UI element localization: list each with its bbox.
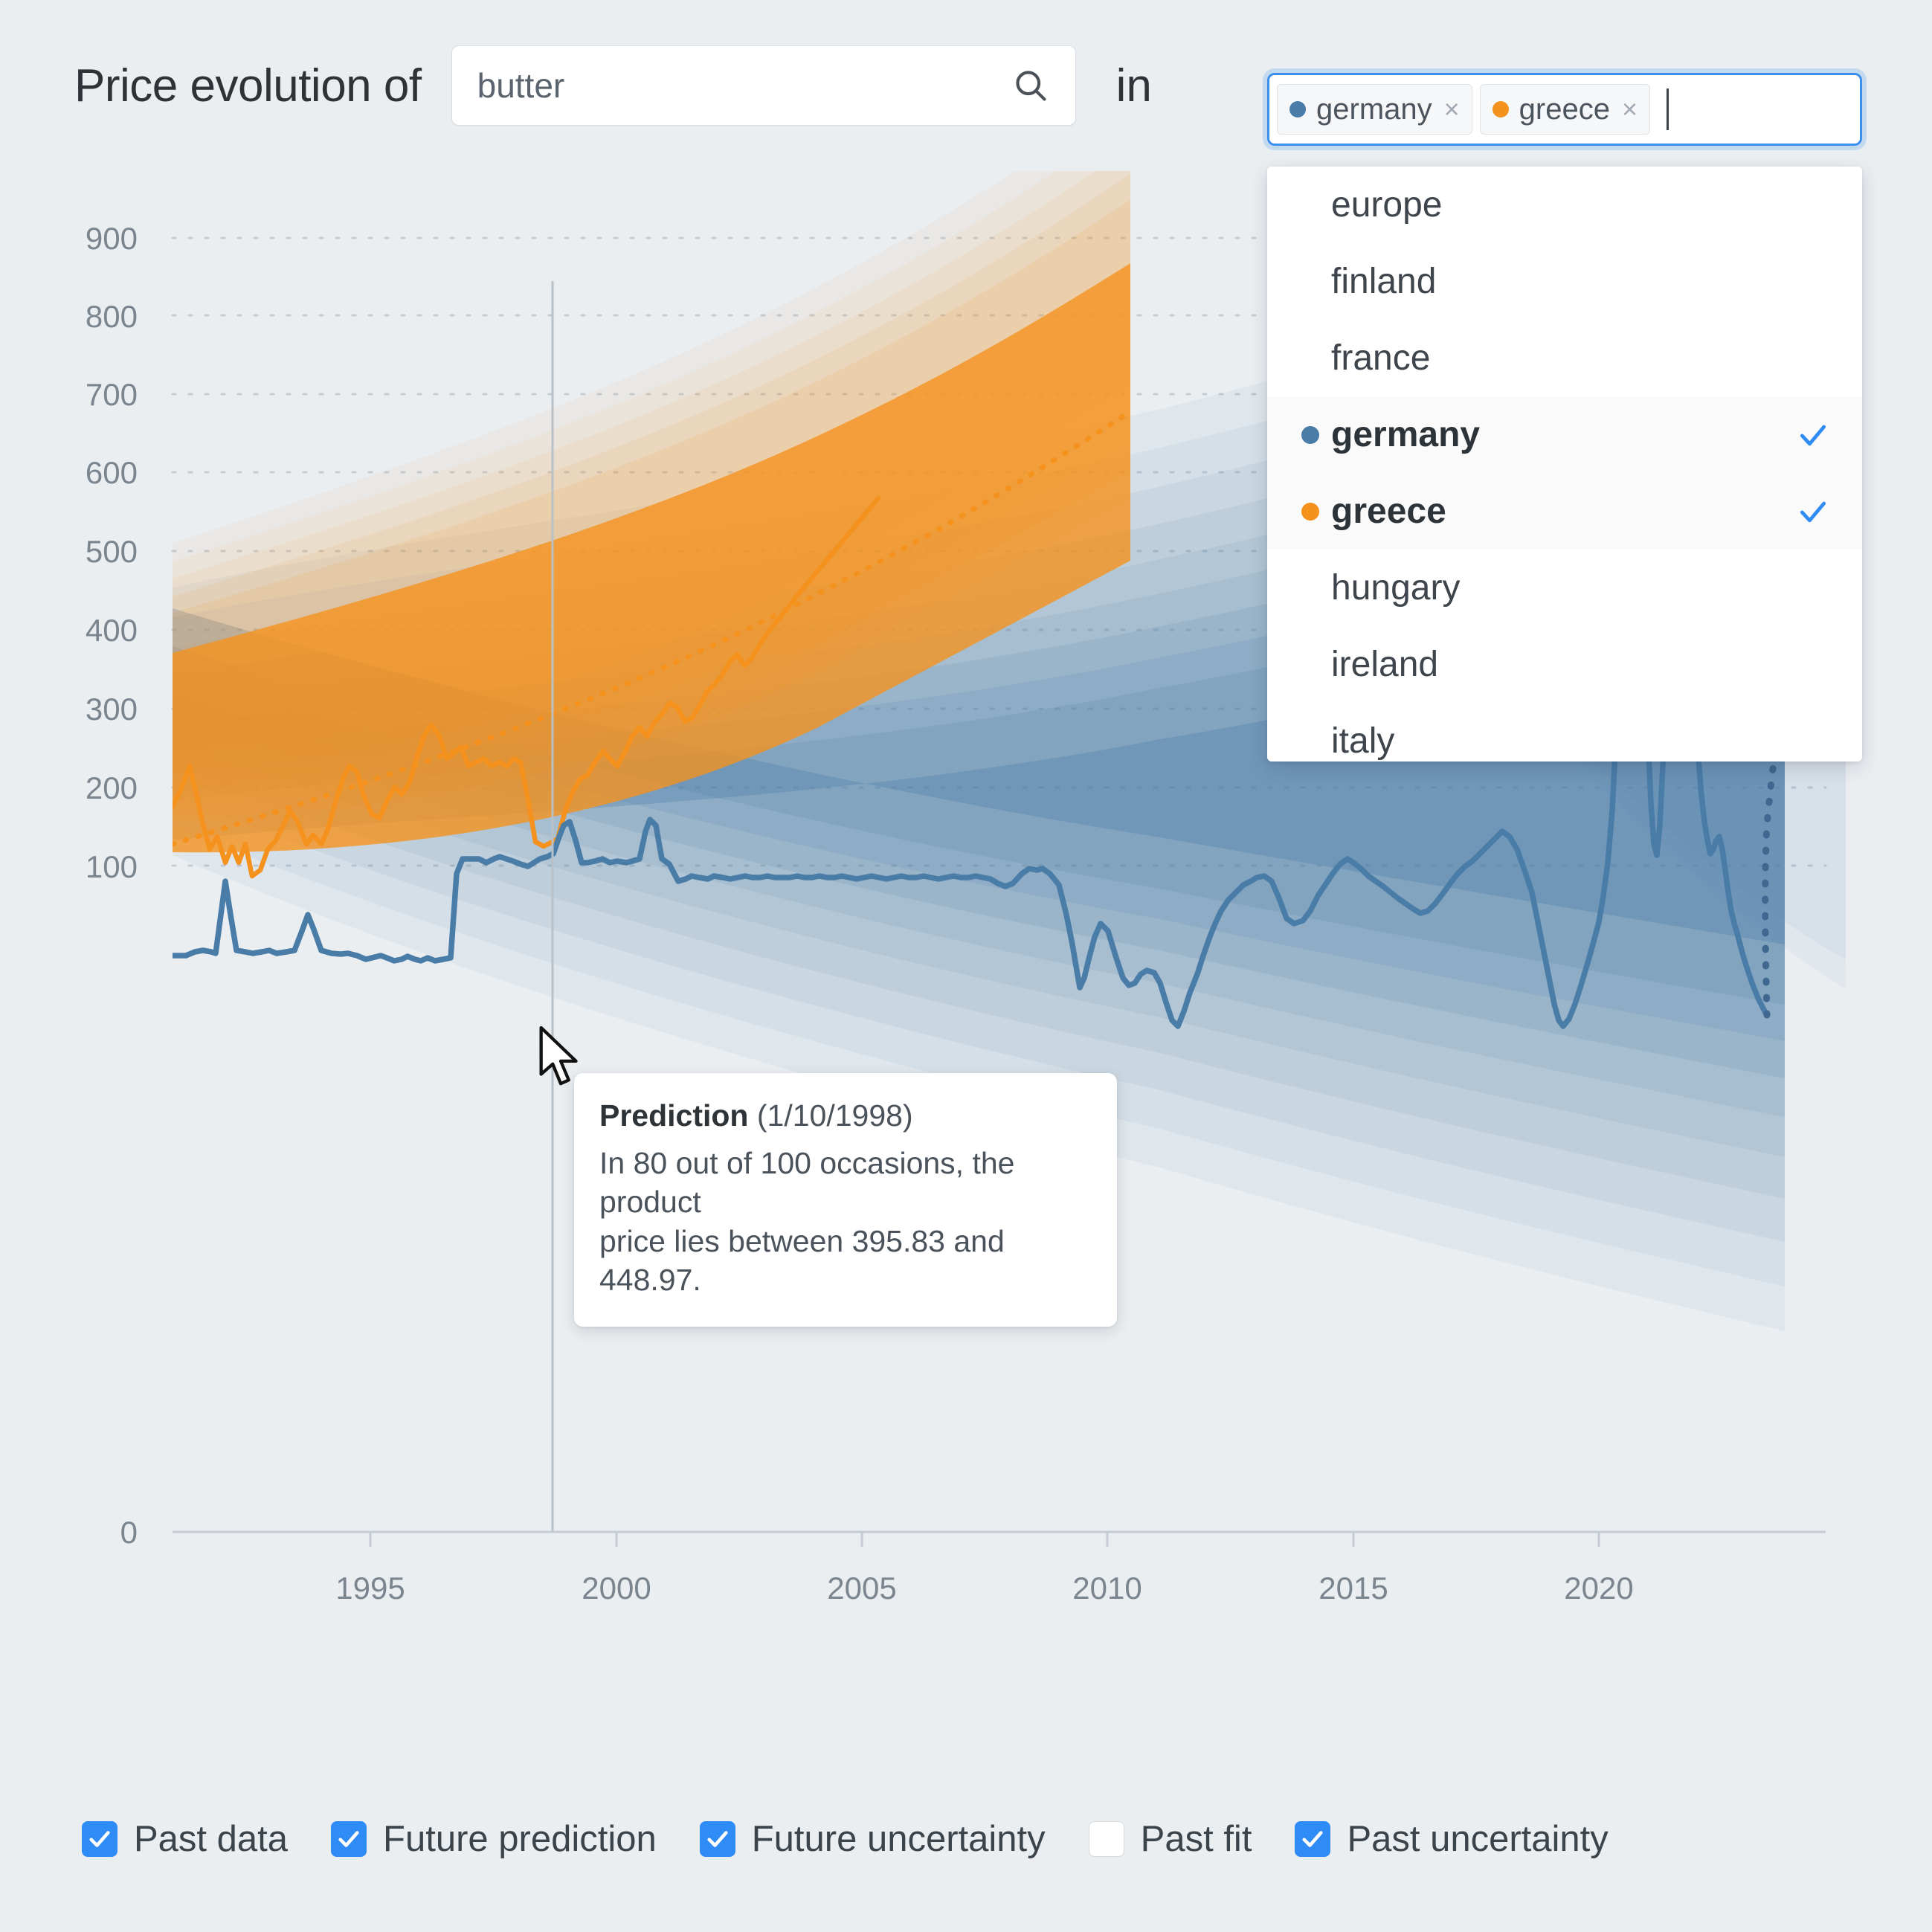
- svg-text:700: 700: [86, 377, 138, 412]
- legend-item-future-uncertainty[interactable]: Future uncertainty: [699, 1818, 1046, 1860]
- legend-label: Past uncertainty: [1347, 1819, 1609, 1859]
- dropdown-item-label: finland: [1331, 262, 1437, 301]
- check-icon: [1302, 1831, 1324, 1847]
- dropdown-item-greece[interactable]: greece: [1267, 473, 1862, 550]
- dropdown-item-germany[interactable]: germany: [1267, 396, 1862, 473]
- remove-country-icon[interactable]: ×: [1622, 96, 1638, 123]
- legend-item-past-uncertainty[interactable]: Past uncertainty: [1295, 1818, 1609, 1860]
- tooltip-date: (1/10/1998): [756, 1098, 913, 1133]
- svg-text:2000: 2000: [582, 1571, 651, 1606]
- search-icon[interactable]: [1011, 66, 1050, 105]
- country-select-field[interactable]: germany × greece ×: [1267, 73, 1862, 146]
- dropdown-item-label: italy: [1331, 721, 1395, 761]
- legend-label: Past fit: [1140, 1819, 1252, 1859]
- checkbox-past-data[interactable]: [82, 1821, 117, 1857]
- dropdown-item-label: hungary: [1331, 568, 1461, 608]
- svg-text:400: 400: [86, 613, 138, 648]
- checkmark-icon: [1800, 501, 1826, 522]
- country-color-dot: [1301, 502, 1319, 521]
- legend-label: Past data: [134, 1819, 289, 1859]
- country-token-germany[interactable]: germany ×: [1277, 84, 1472, 135]
- y-axis-labels: 900 800 700 600 500 400 300 200 100 0: [86, 221, 138, 1550]
- product-search-box[interactable]: butter: [451, 45, 1076, 126]
- legend-item-past-data[interactable]: Past data: [82, 1818, 288, 1860]
- x-axis-labels: 1995 2000 2005 2010 2015 2020: [335, 1571, 1633, 1606]
- dropdown-item-label: ireland: [1331, 645, 1439, 684]
- svg-text:600: 600: [86, 455, 138, 490]
- dropdown-item-label: france: [1331, 338, 1431, 378]
- legend-label: Future uncertainty: [751, 1819, 1046, 1859]
- svg-text:100: 100: [86, 849, 138, 884]
- tooltip-body-line-1: In 80 out of 100 occasions, the product: [599, 1146, 1015, 1220]
- check-icon: [707, 1831, 728, 1847]
- check-icon: [338, 1831, 359, 1847]
- svg-text:0: 0: [120, 1515, 138, 1550]
- svg-text:2010: 2010: [1072, 1571, 1142, 1606]
- legend-item-future-prediction[interactable]: Future prediction: [331, 1818, 657, 1860]
- svg-text:500: 500: [86, 534, 138, 569]
- country-dropdown-list[interactable]: europe finland france germany greece hun…: [1267, 167, 1862, 761]
- country-color-dot: [1301, 425, 1319, 444]
- svg-text:300: 300: [86, 692, 138, 727]
- checkbox-future-uncertainty[interactable]: [699, 1821, 735, 1857]
- x-axis-ticks: [369, 1532, 1600, 1547]
- country-token-label: germany: [1316, 92, 1432, 126]
- check-icon: [89, 1831, 110, 1847]
- checkbox-past-uncertainty[interactable]: [1295, 1821, 1331, 1857]
- dropdown-item-france[interactable]: france: [1267, 320, 1862, 396]
- prediction-tooltip: Prediction (1/10/1998) In 80 out of 100 …: [574, 1073, 1117, 1327]
- checkmark-icon: [1800, 425, 1826, 445]
- dropdown-item-finland[interactable]: finland: [1267, 243, 1862, 320]
- remove-country-icon[interactable]: ×: [1444, 96, 1460, 123]
- dropdown-item-ireland[interactable]: ireland: [1267, 626, 1862, 703]
- app-root: Price evolution of butter in germany × g…: [0, 0, 1932, 1932]
- dropdown-item-europe[interactable]: europe: [1267, 167, 1862, 243]
- dropdown-item-label: greece: [1331, 492, 1446, 531]
- checkbox-future-prediction[interactable]: [331, 1821, 367, 1857]
- svg-text:2005: 2005: [827, 1571, 896, 1606]
- tooltip-header: Prediction (1/10/1998): [599, 1098, 1092, 1133]
- tooltip-title: Prediction: [599, 1098, 749, 1133]
- dropdown-item-label: germany: [1331, 415, 1481, 454]
- text-caret: [1667, 88, 1669, 130]
- country-token-label: greece: [1519, 92, 1610, 126]
- svg-text:2015: 2015: [1318, 1571, 1388, 1606]
- dropdown-item-label: europe: [1331, 185, 1443, 225]
- checkbox-past-fit[interactable]: [1088, 1821, 1124, 1857]
- legend-label: Future prediction: [383, 1819, 657, 1859]
- connector-label: in: [1115, 59, 1152, 112]
- country-color-dot: [1492, 101, 1509, 117]
- svg-text:200: 200: [86, 770, 138, 805]
- svg-text:2020: 2020: [1564, 1571, 1633, 1606]
- svg-text:800: 800: [86, 299, 138, 334]
- country-color-dot: [1289, 101, 1306, 117]
- search-input[interactable]: butter: [477, 65, 1011, 106]
- page-title: Price evolution of: [74, 59, 422, 112]
- dropdown-item-italy[interactable]: italy: [1267, 703, 1862, 761]
- svg-text:1995: 1995: [335, 1571, 405, 1606]
- country-token-greece[interactable]: greece ×: [1479, 84, 1650, 135]
- chart-legend: Past data Future prediction Future uncer…: [0, 1746, 1932, 1932]
- legend-item-past-fit[interactable]: Past fit: [1088, 1818, 1252, 1860]
- dropdown-item-hungary[interactable]: hungary: [1267, 550, 1862, 626]
- svg-text:900: 900: [86, 221, 138, 256]
- tooltip-body-line-2: price lies between 395.83 and 448.97.: [599, 1223, 1005, 1298]
